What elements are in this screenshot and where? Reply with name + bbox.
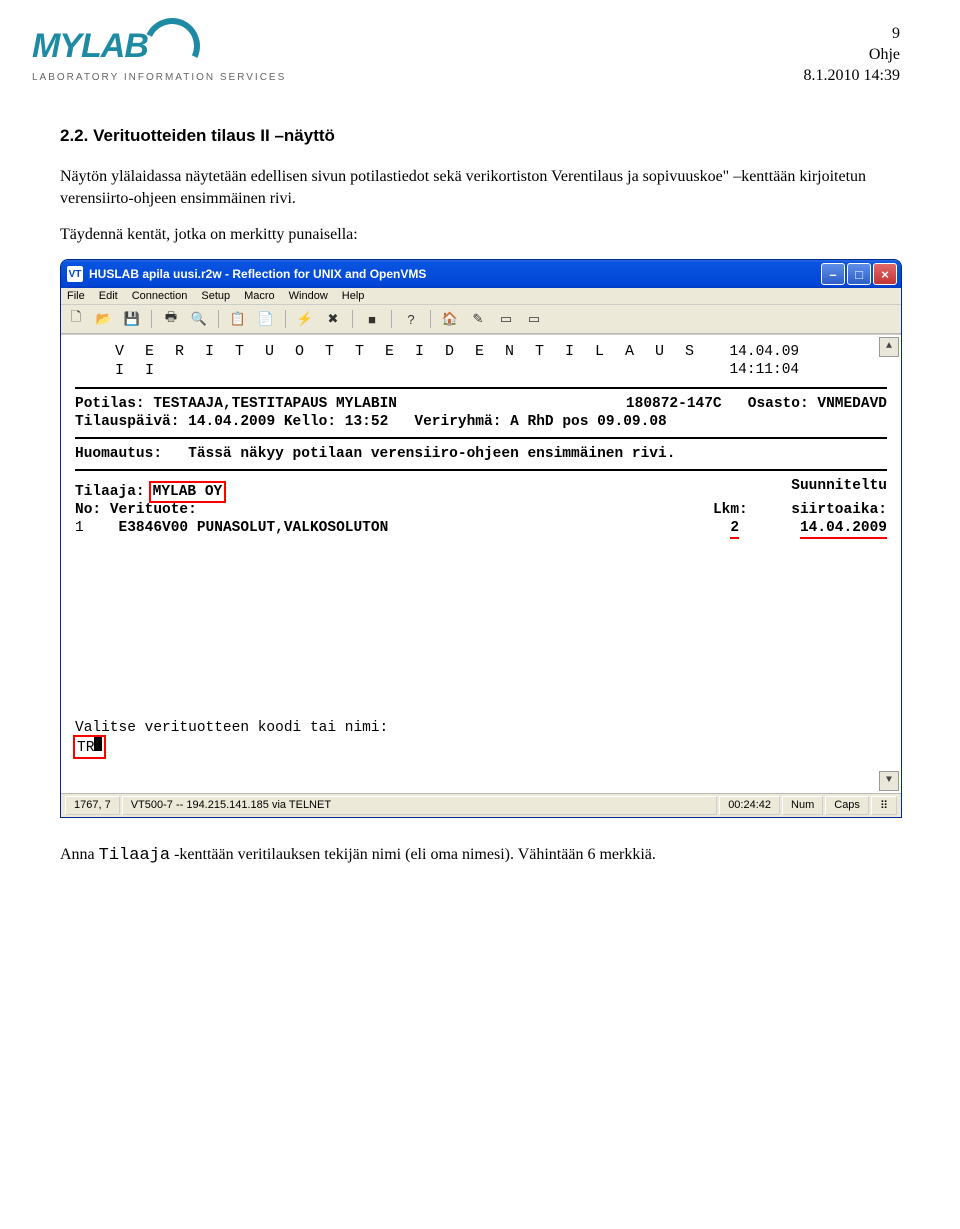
prompt-label: Valitse verituotteen koodi tai nimi: xyxy=(75,719,388,737)
order-time: 13:52 xyxy=(345,414,389,430)
separator-line xyxy=(75,469,887,471)
terminal-header-date: 14.04.09 xyxy=(729,344,799,360)
toolbar-sep xyxy=(285,310,286,328)
patient-ssn: 180872-147C xyxy=(626,396,722,412)
product-row: 1 E3846V00 PUNASOLUT,VALKOSOLUTON 2 14.0… xyxy=(75,519,887,537)
row-no: 1 xyxy=(75,520,84,536)
paragraph-2: Täydennä kentät, jotka on merkitty punai… xyxy=(60,224,900,246)
scroll-down-icon[interactable]: ▼ xyxy=(879,771,899,791)
order-bloodgroup: A RhD pos 09.09.08 xyxy=(510,414,667,430)
open-icon[interactable]: 📂 xyxy=(93,308,115,330)
menu-connection[interactable]: Connection xyxy=(132,290,188,302)
prompt-area: Valitse verituotteen koodi tai nimi: TR xyxy=(75,719,388,757)
remark-text: Tässä näkyy potilaan verensiiro-ohjeen e… xyxy=(188,446,675,462)
toolbar-sep xyxy=(218,310,219,328)
menu-help[interactable]: Help xyxy=(342,290,365,302)
product-name: PUNASOLUT,VALKOSOLUTON xyxy=(197,520,388,536)
status-conn: VT500-7 -- 194.215.141.185 via TELNET xyxy=(122,796,717,815)
remark-row: Huomautus: Tässä näkyy potilaan verensii… xyxy=(75,445,887,463)
separator-line xyxy=(75,437,887,439)
new-icon[interactable]: 🗋 xyxy=(65,308,87,330)
terminal-area[interactable]: ▲ ▼ V E R I T U O T T E I D E N T I L A … xyxy=(61,334,901,793)
status-pos: 1767, 7 xyxy=(65,796,120,815)
save-icon[interactable]: 💾 xyxy=(121,308,143,330)
cursor-icon xyxy=(94,737,102,751)
paragraph-1: Näytön ylälaidassa näytetään edellisen s… xyxy=(60,166,900,209)
maximize-button[interactable]: □ xyxy=(847,263,871,285)
columns-header: No: Verituote: Lkm: siirtoaika: xyxy=(75,501,887,519)
footer-instruction: Anna Tilaaja -kenttään veritilauksen tek… xyxy=(60,846,900,865)
qty-value[interactable]: 2 xyxy=(730,520,739,539)
status-time: 00:24:42 xyxy=(719,796,780,815)
toolbar-sep xyxy=(391,310,392,328)
order-date: 14.04.2009 xyxy=(188,414,275,430)
logo-subtitle: LABORATORY INFORMATION SERVICES xyxy=(32,72,286,83)
menu-edit[interactable]: Edit xyxy=(99,290,118,302)
help-icon[interactable]: ? xyxy=(400,308,422,330)
find-icon[interactable]: 🔍 xyxy=(188,308,210,330)
status-grip: ⠿ xyxy=(871,796,897,815)
form1-icon[interactable]: ▭ xyxy=(495,308,517,330)
section-heading: 2.2. Verituotteiden tilaus II –näyttö xyxy=(60,126,900,146)
order-row: Tilauspäivä: 14.04.2009 Kello: 13:52 Ver… xyxy=(75,413,887,431)
paste-icon[interactable]: 📄 xyxy=(255,308,277,330)
terminal-screen-title: V E R I T U O T T E I D E N T I L A U S … xyxy=(75,343,729,381)
separator-line xyxy=(75,387,887,389)
ward: VNMEDAVD xyxy=(817,396,887,412)
window-toolbar: 🗋 📂 💾 🖶 🔍 📋 📄 ⚡ ✖ ■ ? 🏠 ✎ ▭ ▭ xyxy=(61,305,901,334)
print-icon[interactable]: 🖶 xyxy=(160,308,182,330)
stop-icon[interactable]: ■ xyxy=(361,308,383,330)
copy-icon[interactable]: 📋 xyxy=(227,308,249,330)
terminal-header-time: 14:11:04 xyxy=(729,362,799,378)
window-menubar[interactable]: File Edit Connection Setup Macro Window … xyxy=(61,288,901,305)
planned-label-1: Suunniteltu xyxy=(791,477,887,501)
scroll-up-icon[interactable]: ▲ xyxy=(879,337,899,357)
planned-date[interactable]: 14.04.2009 xyxy=(800,520,887,539)
terminal-header: V E R I T U O T T E I D E N T I L A U S … xyxy=(75,343,887,381)
tilaaja-value[interactable]: MYLAB OY xyxy=(151,483,225,501)
pencil-icon[interactable]: ✎ xyxy=(467,308,489,330)
form2-icon[interactable]: ▭ xyxy=(523,308,545,330)
menu-file[interactable]: File xyxy=(67,290,85,302)
prompt-input[interactable]: TR xyxy=(75,737,104,757)
window-titlebar[interactable]: VT HUSLAB apila uusi.r2w - Reflection fo… xyxy=(61,260,901,288)
minimize-button[interactable]: – xyxy=(821,263,845,285)
logo-text: MYLAB xyxy=(32,27,148,66)
menu-setup[interactable]: Setup xyxy=(201,290,230,302)
close-button[interactable]: × xyxy=(873,263,897,285)
toolbar-sep xyxy=(151,310,152,328)
toolbar-sep xyxy=(430,310,431,328)
disconnect-icon[interactable]: ✖ xyxy=(322,308,344,330)
status-caps: Caps xyxy=(825,796,869,815)
menu-window[interactable]: Window xyxy=(289,290,328,302)
patient-row: Potilas: TESTAAJA,TESTITAPAUS MYLABIN 18… xyxy=(75,395,887,413)
footer-code: Tilaaja xyxy=(99,846,170,865)
logo: MYLAB LABORATORY INFORMATION SERVICES xyxy=(32,18,286,83)
menu-macro[interactable]: Macro xyxy=(244,290,275,302)
connect-icon[interactable]: ⚡ xyxy=(294,308,316,330)
planned-label-2: siirtoaika: xyxy=(791,502,887,518)
patient-name: TESTAAJA,TESTITAPAUS MYLABIN xyxy=(153,396,397,412)
window-icon: VT xyxy=(67,266,83,282)
window-statusbar: 1767, 7 VT500-7 -- 194.215.141.185 via T… xyxy=(61,793,901,817)
reflection-window: VT HUSLAB apila uusi.r2w - Reflection fo… xyxy=(60,259,902,818)
home-icon[interactable]: 🏠 xyxy=(439,308,461,330)
status-num: Num xyxy=(782,796,823,815)
toolbar-sep xyxy=(352,310,353,328)
window-title: HUSLAB apila uusi.r2w - Reflection for U… xyxy=(89,267,821,281)
product-code: E3846V00 xyxy=(119,520,189,536)
tilaaja-row: Tilaaja: MYLAB OY Suunniteltu xyxy=(75,477,887,501)
